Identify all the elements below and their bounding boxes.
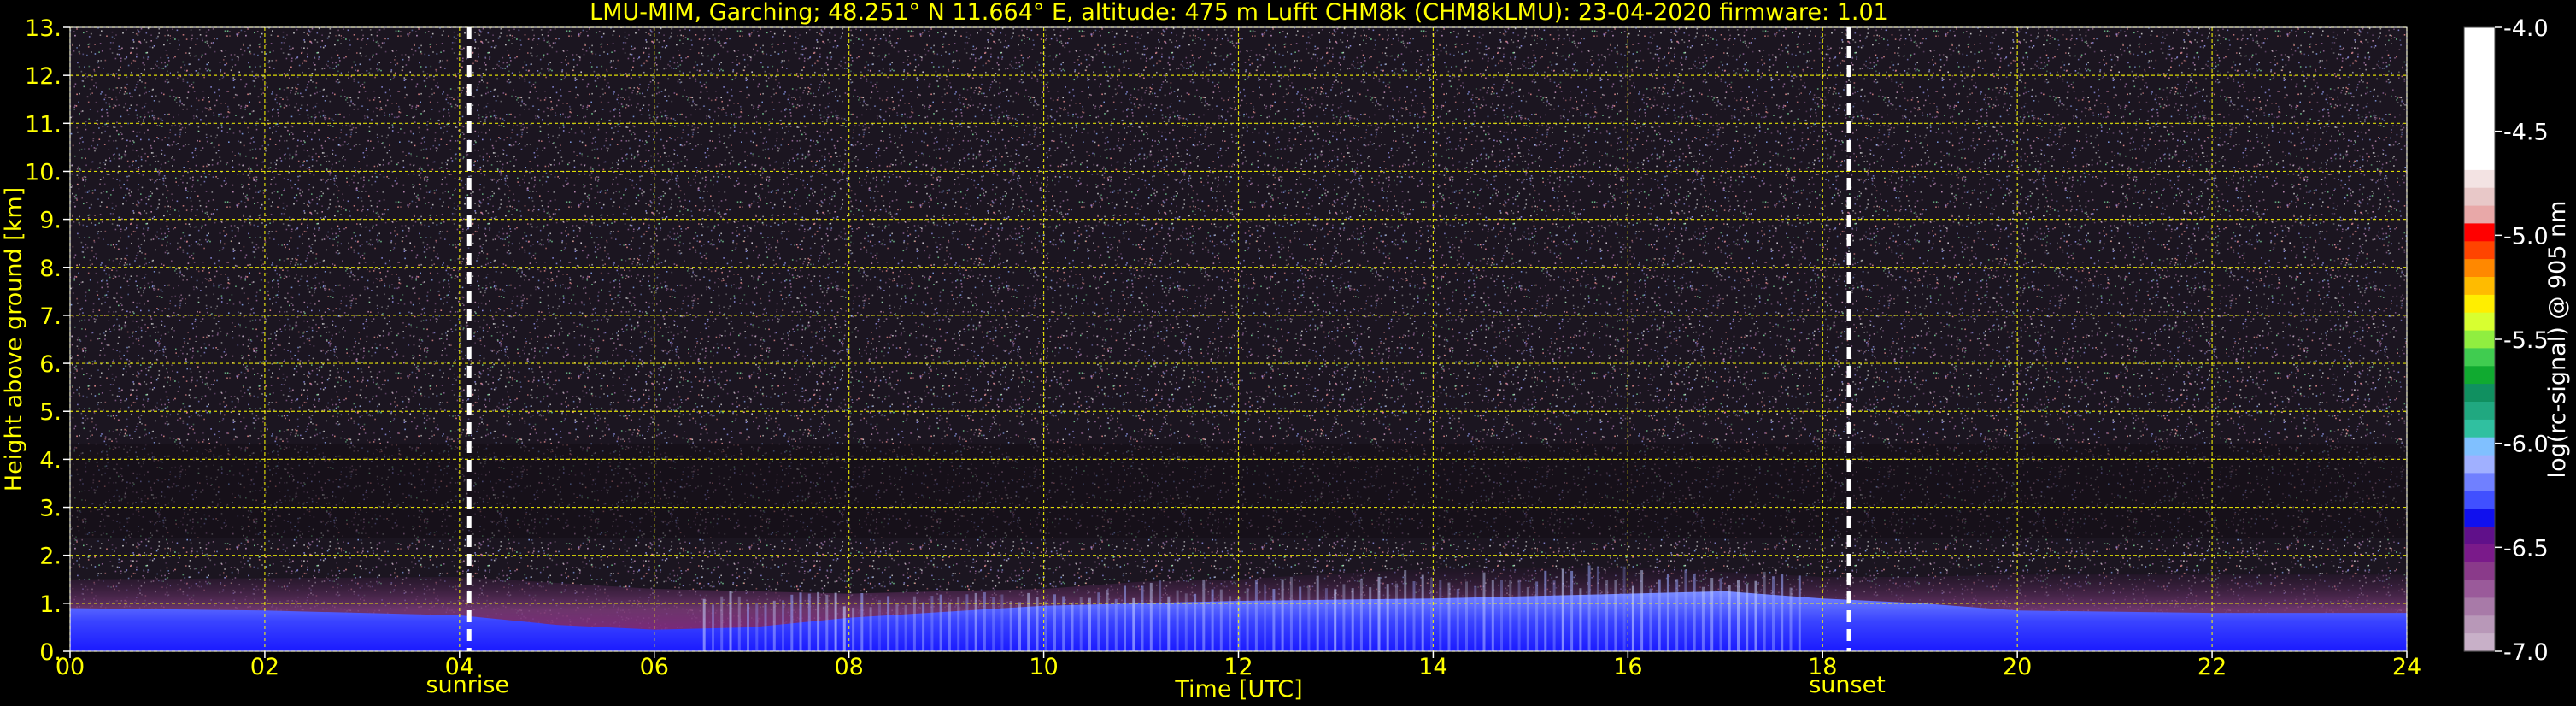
- colorbar-segment: [2464, 455, 2495, 474]
- colorbar-segment: [2464, 633, 2495, 652]
- colorbar-segment: [2464, 509, 2495, 527]
- colorbar-segment: [2464, 277, 2495, 296]
- x-tick-label: 06: [640, 654, 669, 680]
- x-tick-label: 14: [1418, 654, 1447, 680]
- x-tick-label: 20: [2003, 654, 2032, 680]
- colorbar-segment: [2464, 437, 2495, 456]
- colorbar-segment: [2464, 152, 2495, 171]
- colorbar-tick-label: -6.5: [2503, 535, 2549, 562]
- y-tick-label: 5.: [39, 399, 62, 426]
- y-tick-label: 12.: [25, 63, 62, 90]
- colorbar-label: log(rc-signal) @ 905 nm: [2544, 201, 2571, 479]
- colorbar-segment: [2464, 615, 2495, 634]
- y-tick-label: 8.: [39, 256, 62, 282]
- colorbar-segment: [2464, 116, 2495, 135]
- y-axis: 0. 1. 2. 3. 4. 5. 6. 7. 8. 9. 10. 11. 12. 13.: [25, 15, 70, 666]
- colorbar-segment: [2464, 187, 2495, 207]
- colorbar-segment: [2464, 294, 2495, 314]
- x-tick-label: 08: [834, 654, 863, 680]
- colorbar-segment: [2464, 366, 2495, 385]
- y-tick-label: 7.: [39, 303, 62, 330]
- y-tick-label: 1.: [39, 591, 62, 618]
- y-tick-label: 13.: [25, 15, 62, 42]
- colorbar-segment: [2464, 384, 2495, 403]
- colorbar-segment: [2464, 419, 2495, 438]
- ceilometer-chart: sunrise sunset 00 02 04 06 08 10 12 14 16 18 20 22 24…: [1, 0, 2571, 703]
- colorbar-segment: [2464, 491, 2495, 509]
- colorbar-segment: [2464, 259, 2495, 278]
- y-tick-label: 6.: [39, 351, 62, 378]
- y-tick-label: 0.: [39, 639, 62, 666]
- x-tick-label: 18: [1808, 654, 1837, 680]
- colorbar-segment: [2464, 473, 2495, 491]
- y-tick-label: 10.: [25, 159, 62, 185]
- colorbar-segment: [2464, 241, 2495, 260]
- y-tick-label: 3.: [39, 496, 62, 522]
- colorbar-segment: [2464, 62, 2495, 82]
- colorbar-segment: [2464, 527, 2495, 545]
- y-tick-label: 2.: [39, 544, 62, 570]
- y-axis-label: Height above ground [km]: [1, 187, 27, 491]
- x-tick-label: 02: [250, 654, 279, 680]
- x-axis-label: Time [UTC]: [1174, 676, 1302, 703]
- y-tick-label: 11.: [25, 111, 62, 138]
- colorbar-segment: [2464, 134, 2495, 153]
- x-tick-label: 24: [2392, 654, 2421, 680]
- colorbar-tick-label: -6.0: [2503, 432, 2549, 458]
- chart-title: LMU-MIM, Garching; 48.251° N 11.664° E, …: [590, 0, 1888, 26]
- colorbar-tick-label: -4.5: [2503, 120, 2549, 146]
- colorbar-segment: [2464, 312, 2495, 332]
- colorbar-segment: [2464, 597, 2495, 616]
- colorbar-segment: [2464, 98, 2495, 117]
- colorbar-segment: [2464, 169, 2495, 189]
- colorbar-segment: [2464, 223, 2495, 242]
- colorbar-tick-label: -5.0: [2503, 223, 2549, 250]
- y-tick-label: 9.: [39, 208, 62, 234]
- x-tick-label: 16: [1613, 654, 1642, 680]
- x-tick-label: 10: [1029, 654, 1058, 680]
- colorbar-segment: [2464, 44, 2495, 64]
- colorbar: -7.0 -6.5 -6.0 -5.5 -5.0 -4.5 -4.0: [2463, 15, 2549, 666]
- colorbar-segment: [2464, 205, 2495, 225]
- colorbar-segment: [2464, 27, 2495, 46]
- colorbar-segment: [2464, 580, 2495, 599]
- colorbar-tick-label: -4.0: [2503, 15, 2549, 42]
- colorbar-segment: [2464, 562, 2495, 581]
- y-tick-label: 4.: [39, 447, 62, 474]
- colorbar-segment: [2464, 544, 2495, 563]
- colorbar-tick-label: -5.5: [2503, 327, 2549, 354]
- colorbar-tick-label: -7.0: [2503, 639, 2549, 666]
- x-tick-label: 22: [2198, 654, 2227, 680]
- colorbar-segment: [2464, 402, 2495, 421]
- x-tick-label: 04: [445, 654, 474, 680]
- colorbar-segment: [2464, 330, 2495, 350]
- colorbar-segment: [2464, 80, 2495, 100]
- colorbar-segment: [2464, 348, 2495, 367]
